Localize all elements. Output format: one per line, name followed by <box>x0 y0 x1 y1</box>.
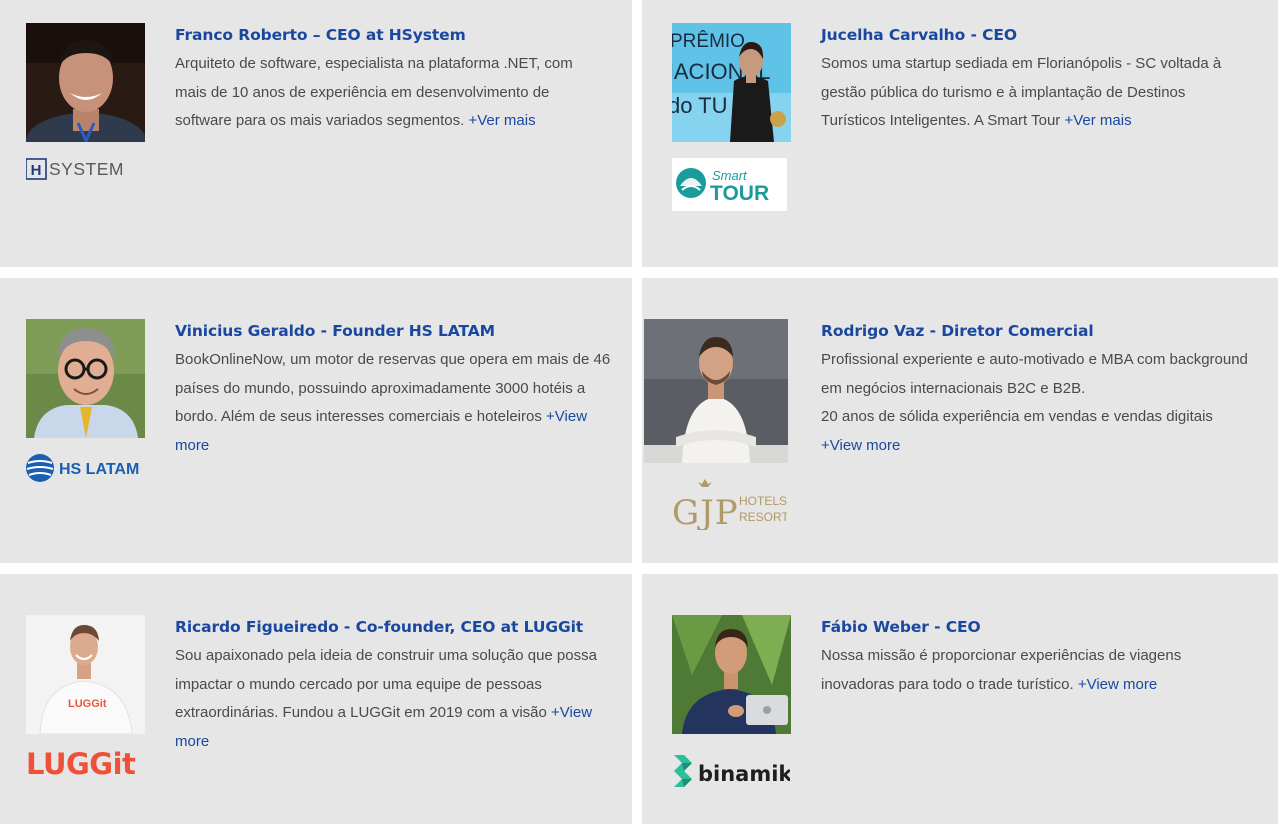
bio-line: extraordinárias. Fundou a LUGGit em 2019… <box>175 699 597 728</box>
see-more-link[interactable]: +Ver mais <box>1064 112 1131 129</box>
bio-line: mais de 10 anos de experiência em desenv… <box>175 83 550 101</box>
speaker-name: Fábio Weber - CEO <box>821 618 981 636</box>
bio-line-text: extraordinárias. Fundou a LUGGit em 2019… <box>175 704 547 721</box>
speaker-bio: Profissional experiente e auto-motivado … <box>821 346 1248 460</box>
bio-line: Nossa missão é proporcionar experiências… <box>821 647 1182 664</box>
bio-line: gestão pública do turismo e à implantaçã… <box>821 83 1186 101</box>
bio-line: software para os mais variados segmentos… <box>175 107 573 136</box>
bio-line: Sou apaixonado pela ideia de construir u… <box>175 647 597 664</box>
bio-line: inovadoras para todo o trade turístico. … <box>821 671 1181 700</box>
speaker-photo: PRÊMIO NACIONAL do TU <box>672 23 791 142</box>
binamik-logo-text: binamik <box>698 762 790 786</box>
bio-line-text: software para os mais variados segmentos… <box>175 112 465 129</box>
speaker-card: H SYSTEM Franco Roberto – CEO at HSystem… <box>0 0 632 267</box>
bio-line: +View more <box>821 432 1248 461</box>
hsystem-logo-text: SYSTEM <box>49 159 124 179</box>
bio-line: BookOnlineNow, um motor de reservas que … <box>175 351 611 368</box>
bio-line-text: inovadoras para todo o trade turístico. <box>821 675 1074 693</box>
bio-line: Turísticos Inteligentes. A Smart Tour +V… <box>821 107 1221 136</box>
speaker-bio: Arquiteto de software, especialista na p… <box>175 50 573 136</box>
speaker-card: LUGGit LUGGit Ricardo Figueiredo - Co-fo… <box>0 574 632 824</box>
gjp-logo-sub: RESORTS <box>739 510 787 524</box>
bio-line: em negócios internacionais B2C e B2B. <box>821 379 1086 397</box>
see-more-link[interactable]: +View more <box>821 437 900 454</box>
see-more-link[interactable]: +View <box>546 408 587 425</box>
hsystem-logo-mark: H <box>31 162 42 179</box>
bio-line: Somos uma startup sediada em Florianópol… <box>821 55 1222 72</box>
bio-line-text: bordo. Além de seus interesses comerciai… <box>175 408 542 425</box>
see-more-link[interactable]: +View <box>551 704 592 721</box>
see-more-link[interactable]: +Ver mais <box>468 112 535 129</box>
photo-banner-text: do TU <box>672 93 728 118</box>
smart-tour-logo: Smart TOUR <box>672 158 787 211</box>
gjp-logo-sub: HOTELS & <box>739 494 787 508</box>
bio-line: more <box>175 432 610 461</box>
bio-line: bordo. Além de seus interesses comerciai… <box>175 403 610 432</box>
speaker-name: Vinicius Geraldo - Founder HS LATAM <box>175 322 495 340</box>
smart-tour-logo-text: TOUR <box>710 182 769 205</box>
photo-shirt-text: LUGGit <box>68 698 107 710</box>
bio-line: Arquiteto de software, especialista na p… <box>175 55 573 72</box>
speaker-card: HS LATAM Vinicius Geraldo - Founder HS L… <box>0 278 632 563</box>
see-more-link-continued[interactable]: more <box>175 437 209 454</box>
speaker-photo <box>644 319 788 463</box>
hs-latam-logo-text: HS LATAM <box>59 461 139 478</box>
gjp-logo: GJP HOTELS & RESORTS <box>672 478 798 533</box>
speaker-card: binamik Fábio Weber - CEO Nossa missão é… <box>642 574 1278 824</box>
speaker-photo: LUGGit <box>26 615 145 734</box>
speaker-name: Rodrigo Vaz - Diretor Comercial <box>821 322 1094 340</box>
luggit-logo-text: LUGGit <box>26 747 136 780</box>
bio-line: países do mundo, possuindo aproximadamen… <box>175 379 586 397</box>
gjp-logo-text: GJP <box>672 493 739 530</box>
smart-tour-logo-text: Smart <box>712 168 748 183</box>
see-more-link[interactable]: +View more <box>1078 676 1157 693</box>
bio-line: more <box>175 728 597 757</box>
bio-line-text: Turísticos Inteligentes. A Smart Tour <box>821 112 1061 129</box>
speaker-bio: Sou apaixonado pela ideia de construir u… <box>175 642 597 756</box>
see-more-link-continued[interactable]: more <box>175 733 209 750</box>
speaker-photo <box>672 615 791 734</box>
speaker-photo <box>26 319 145 438</box>
hsystem-logo: H SYSTEM <box>25 158 140 180</box>
luggit-logo: LUGGit <box>26 744 144 781</box>
binamik-logo: binamik <box>672 753 793 793</box>
bio-line: Profissional experiente e auto-motivado … <box>821 351 1248 368</box>
speaker-name: Franco Roberto – CEO at HSystem <box>175 26 466 44</box>
photo-banner-text: PRÊMIO <box>672 30 745 52</box>
bio-line: impactar o mundo cercado por uma equipe … <box>175 675 542 693</box>
speaker-name: Ricardo Figueiredo - Co-founder, CEO at … <box>175 618 584 636</box>
speaker-bio: Somos uma startup sediada em Florianópol… <box>821 50 1221 136</box>
bio-line: 20 anos de sólida experiência em vendas … <box>821 408 1213 425</box>
hs-latam-logo: HS LATAM <box>26 452 142 484</box>
speaker-card: PRÊMIO NACIONAL do TU Smart TOUR Jucelha… <box>642 0 1278 267</box>
speaker-bio: BookOnlineNow, um motor de reservas que … <box>175 346 610 460</box>
speaker-photo <box>26 23 145 142</box>
speaker-bio: Nossa missão é proporcionar experiências… <box>821 642 1181 699</box>
speaker-card: GJP HOTELS & RESORTS Rodrigo Vaz - Diret… <box>642 278 1278 563</box>
speaker-name: Jucelha Carvalho - CEO <box>821 26 1017 44</box>
